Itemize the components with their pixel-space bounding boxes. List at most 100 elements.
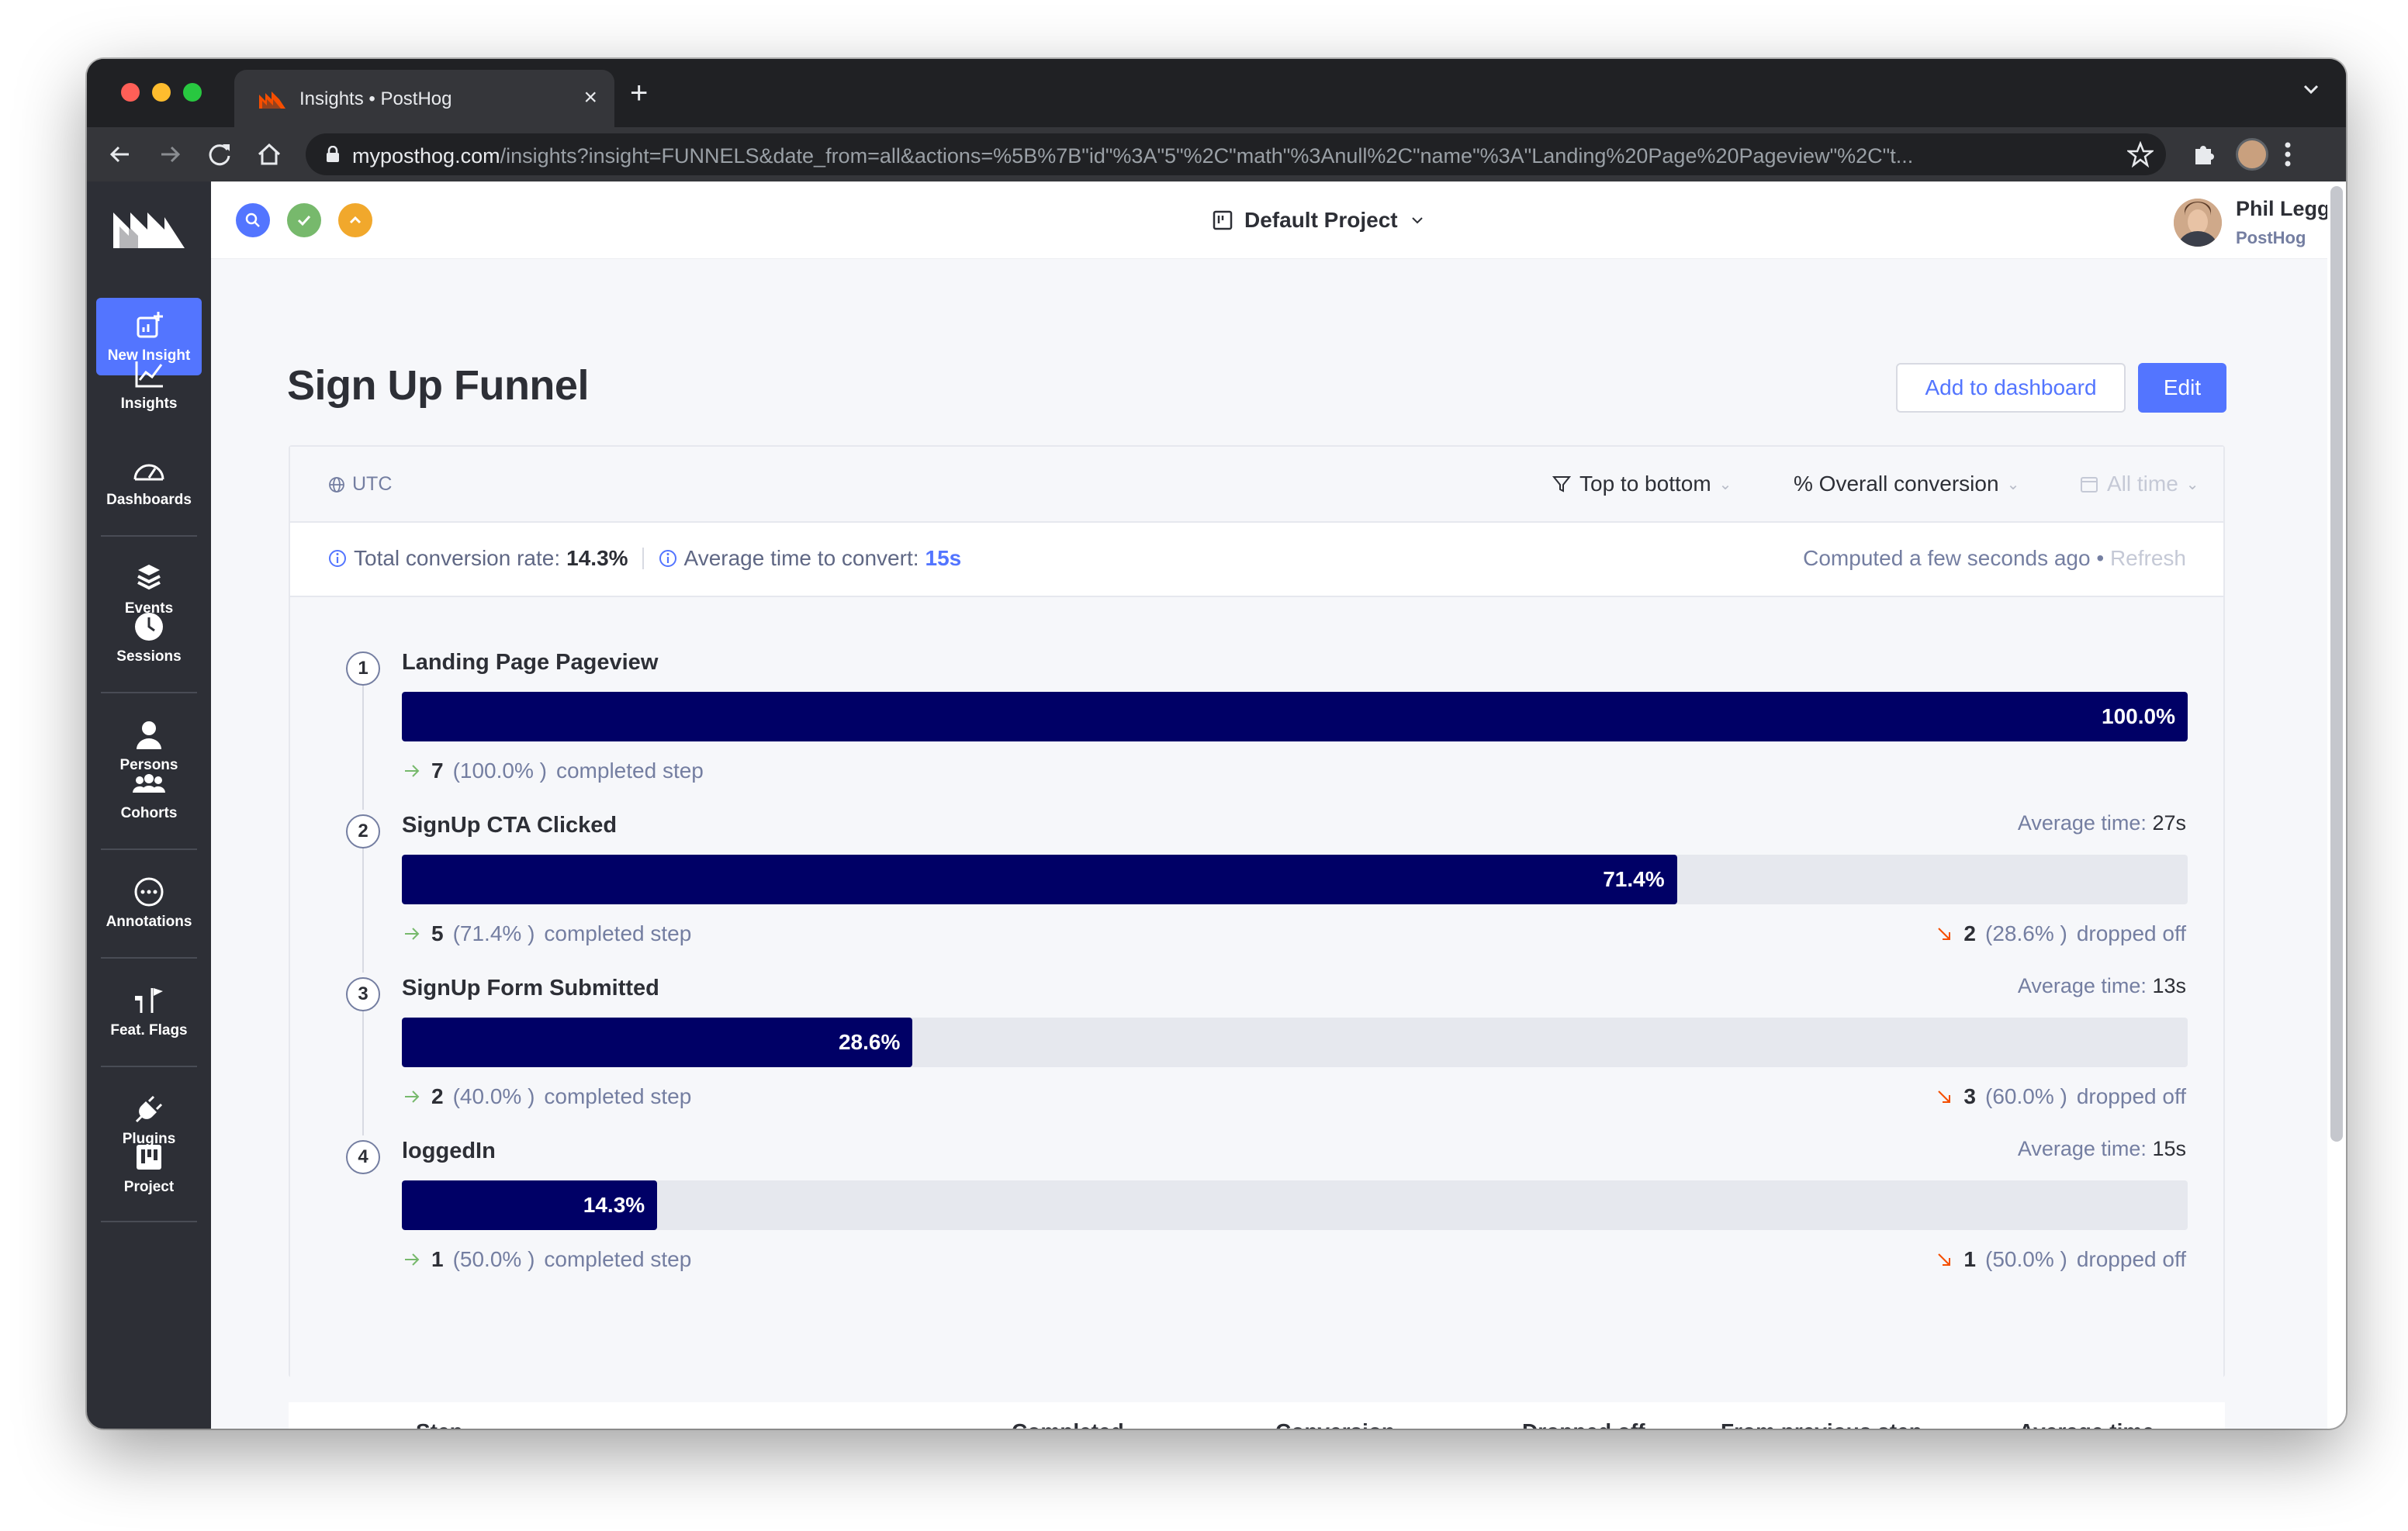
sidebar-item-insights[interactable]: Insights xyxy=(96,346,202,423)
step-name: Landing Page Pageview xyxy=(402,650,659,675)
arrow-right-icon xyxy=(405,1253,420,1266)
edit-button[interactable]: Edit xyxy=(2138,363,2226,413)
conversion-type-dropdown[interactable]: % Overall conversion ⌄ xyxy=(1794,468,2019,499)
project-icon xyxy=(137,1145,161,1170)
step-bar[interactable]: 28.6% xyxy=(402,1018,913,1067)
sidebar-divider xyxy=(101,1221,197,1222)
average-time-value[interactable]: 15s xyxy=(925,546,962,571)
column-header-from-previous-step[interactable]: From previous step xyxy=(1721,1419,1922,1429)
step-bar-label: 14.3% xyxy=(583,1193,645,1217)
bookmark-star-icon[interactable] xyxy=(2127,141,2154,168)
column-header-dropped-off[interactable]: Dropped off xyxy=(1522,1419,1645,1429)
add-to-dashboard-button[interactable]: Add to dashboard xyxy=(1896,363,2126,413)
sidebar-item-sessions[interactable]: Sessions xyxy=(96,599,202,676)
chevron-down-icon: ⌄ xyxy=(1718,475,1732,493)
minimize-window-button[interactable] xyxy=(152,83,171,102)
stats-divider xyxy=(642,548,644,569)
completed-step-summary[interactable]: 7 (100.0% ) completed step xyxy=(402,759,704,783)
funnel-table-header: Step Completed Conversion Dropped off Fr… xyxy=(289,1402,2225,1429)
browser-window: Insights • PostHog × + myposthog.com/ins… xyxy=(87,59,2346,1429)
date-range-dropdown[interactable]: All time ⌄ xyxy=(2079,468,2199,499)
insights-chart-icon xyxy=(135,361,163,388)
back-arrow-icon[interactable] xyxy=(102,137,138,172)
sidebar-divider xyxy=(101,1066,197,1067)
chevron-down-icon: ⌄ xyxy=(2185,475,2199,493)
address-bar[interactable]: myposthog.com/insights?insight=FUNNELS&d… xyxy=(306,133,2166,175)
flag-icon xyxy=(135,988,163,1013)
browser-tab[interactable]: Insights • PostHog × xyxy=(234,70,614,127)
browser-profile-avatar[interactable] xyxy=(2236,138,2268,171)
arrow-down-right-icon xyxy=(1938,1253,1951,1266)
sidebar-item-dashboards[interactable]: Dashboards xyxy=(96,442,202,520)
tab-search-chevron-icon[interactable] xyxy=(2299,78,2323,101)
average-time-label: Average time to convert: xyxy=(683,546,919,570)
dropped-off-summary[interactable]: 3 (60.0% ) dropped off xyxy=(1934,1084,2186,1109)
plug-icon xyxy=(135,1095,163,1123)
step-number: 3 xyxy=(346,977,380,1011)
app-topbar: Default Project Phil Leggetter PostHog xyxy=(211,181,2346,259)
step-connector xyxy=(362,1010,364,1135)
sidebar-item-annotations[interactable]: Annotations xyxy=(96,864,202,942)
chevron-down-icon: ⌄ xyxy=(2006,475,2020,493)
separator-dot: • xyxy=(2096,546,2105,570)
home-icon[interactable] xyxy=(251,137,287,172)
scrollbar-thumb[interactable] xyxy=(2330,186,2343,1142)
column-header-step[interactable]: Step xyxy=(416,1419,463,1429)
extensions-puzzle-icon[interactable] xyxy=(2189,138,2220,169)
funnel-filter-bar: UTC Top to bottom ⌄ % Overall conversion… xyxy=(290,447,2223,523)
sidebar-divider xyxy=(101,692,197,693)
reload-icon[interactable] xyxy=(202,137,237,172)
timezone-indicator: UTC xyxy=(327,473,392,496)
step-connector xyxy=(362,847,364,973)
arrow-right-icon xyxy=(405,1090,420,1103)
arrow-right-icon xyxy=(405,765,420,777)
info-icon[interactable] xyxy=(327,548,348,569)
forward-arrow-icon[interactable] xyxy=(152,137,188,172)
step-bar[interactable]: 14.3% xyxy=(402,1180,658,1230)
close-window-button[interactable] xyxy=(121,83,140,102)
funnel-card: UTC Top to bottom ⌄ % Overall conversion… xyxy=(289,445,2225,1377)
dropped-off-summary[interactable]: 1 (50.0% ) dropped off xyxy=(1934,1247,2186,1272)
page-scrollbar[interactable] xyxy=(2327,181,2346,1429)
column-header-average-time[interactable]: Average time xyxy=(2019,1419,2154,1429)
step-bar-track[interactable]: 28.6% xyxy=(402,1018,2188,1067)
step-bar-track[interactable]: 71.4% xyxy=(402,855,2188,904)
project-selector[interactable]: Default Project xyxy=(1212,205,1426,236)
step-bar[interactable]: 100.0% xyxy=(402,692,2188,741)
maximize-window-button[interactable] xyxy=(183,83,202,102)
completed-step-summary[interactable]: 5 (71.4% ) completed step xyxy=(402,921,691,946)
project-name: Default Project xyxy=(1244,208,1398,232)
step-bar-track[interactable]: 14.3% xyxy=(402,1180,2188,1230)
dropped-off-summary[interactable]: 2 (28.6% ) dropped off xyxy=(1934,921,2186,946)
annotation-icon xyxy=(134,877,164,907)
sidebar-item-project[interactable]: Project xyxy=(96,1129,202,1207)
step-connector xyxy=(362,684,364,810)
user-organization: PostHog xyxy=(2236,228,2306,247)
update-status-button[interactable] xyxy=(338,203,372,237)
column-header-conversion[interactable]: Conversion xyxy=(1275,1419,1395,1429)
info-icon[interactable] xyxy=(658,548,678,569)
step-average-time: Average time: 15s xyxy=(2017,1137,2186,1160)
search-status-button[interactable] xyxy=(236,203,270,237)
step-order-dropdown[interactable]: Top to bottom ⌄ xyxy=(1552,468,1732,499)
completed-step-summary[interactable]: 1 (50.0% ) completed step xyxy=(402,1247,691,1272)
browser-menu-icon[interactable] xyxy=(2282,140,2293,169)
step-bar[interactable]: 71.4% xyxy=(402,855,1677,904)
refresh-button[interactable]: Refresh xyxy=(2110,546,2186,570)
health-status-button[interactable] xyxy=(287,203,321,237)
funnel-filter-icon xyxy=(1552,476,1572,492)
page-title: Sign Up Funnel xyxy=(287,362,589,409)
globe-icon xyxy=(329,476,344,492)
posthog-logo-icon[interactable] xyxy=(113,209,185,248)
computed-time: Computed a few seconds ago xyxy=(1803,546,2091,570)
sidebar-item-feature-flags[interactable]: Feat. Flags xyxy=(96,973,202,1050)
step-bar-track[interactable]: 100.0% xyxy=(402,692,2188,741)
step-bar-label: 100.0% xyxy=(2102,704,2175,728)
sidebar-item-cohorts[interactable]: Cohorts xyxy=(96,755,202,833)
new-tab-button[interactable]: + xyxy=(630,74,648,112)
column-header-completed[interactable]: Completed xyxy=(1012,1419,1124,1429)
person-icon xyxy=(137,721,161,749)
tab-close-button[interactable]: × xyxy=(583,84,597,112)
completed-step-summary[interactable]: 2 (40.0% ) completed step xyxy=(402,1084,691,1109)
user-menu[interactable]: Phil Leggetter PostHog xyxy=(2174,194,2346,250)
